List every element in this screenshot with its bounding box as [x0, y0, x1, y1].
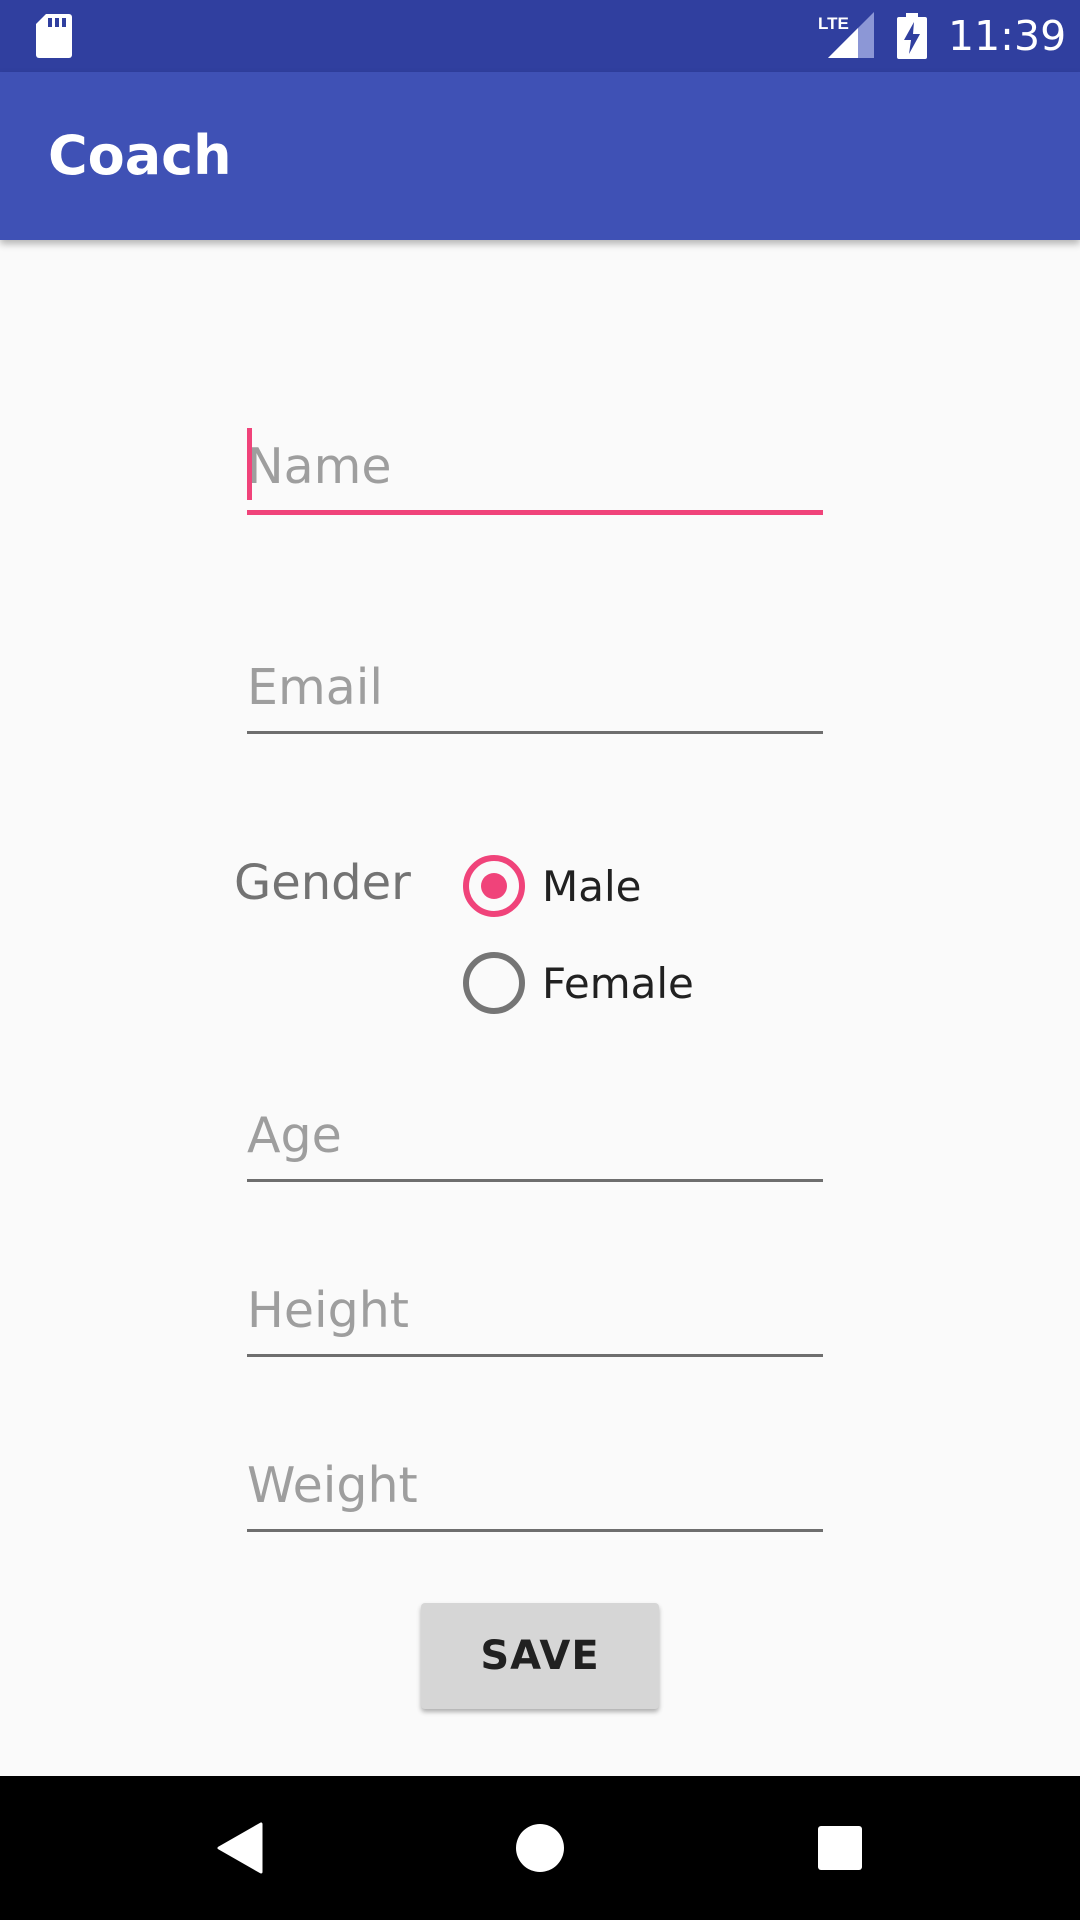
save-button[interactable]: SAVE: [421, 1603, 659, 1709]
radio-dot: [481, 873, 507, 899]
email-input[interactable]: [247, 655, 823, 719]
back-button[interactable]: [160, 1776, 320, 1920]
app-title: Coach: [48, 124, 232, 187]
app-bar: Coach: [0, 72, 1080, 240]
radio-unchecked-icon: [463, 952, 525, 1014]
name-field[interactable]: [247, 420, 823, 515]
back-icon: [217, 1822, 263, 1874]
email-field[interactable]: [247, 641, 823, 734]
recents-icon: [818, 1826, 862, 1870]
battery-charging-icon: [897, 13, 927, 59]
age-input[interactable]: [247, 1103, 823, 1167]
lte-signal-icon: LTE: [818, 12, 874, 58]
height-field[interactable]: [247, 1264, 823, 1357]
age-field[interactable]: [247, 1089, 823, 1182]
radio-female-label: Female: [542, 959, 694, 1008]
network-type-label: LTE: [818, 14, 849, 33]
radio-checked-icon: [463, 855, 525, 917]
home-icon: [516, 1824, 564, 1872]
radio-male-label: Male: [542, 862, 642, 911]
home-button[interactable]: [460, 1776, 620, 1920]
weight-field[interactable]: [247, 1439, 823, 1532]
radio-male[interactable]: Male: [463, 855, 713, 917]
sd-card-icon: [36, 14, 72, 58]
height-input[interactable]: [247, 1278, 823, 1342]
gender-label: Gender: [234, 855, 411, 911]
navigation-bar: [0, 1776, 1080, 1920]
text-cursor: [247, 428, 252, 500]
weight-input[interactable]: [247, 1453, 823, 1517]
status-time: 11:39: [948, 12, 1067, 60]
radio-female[interactable]: Female: [463, 952, 713, 1014]
recents-button[interactable]: [760, 1776, 920, 1920]
name-input[interactable]: [247, 434, 823, 498]
status-bar: LTE 11:39: [0, 0, 1080, 72]
